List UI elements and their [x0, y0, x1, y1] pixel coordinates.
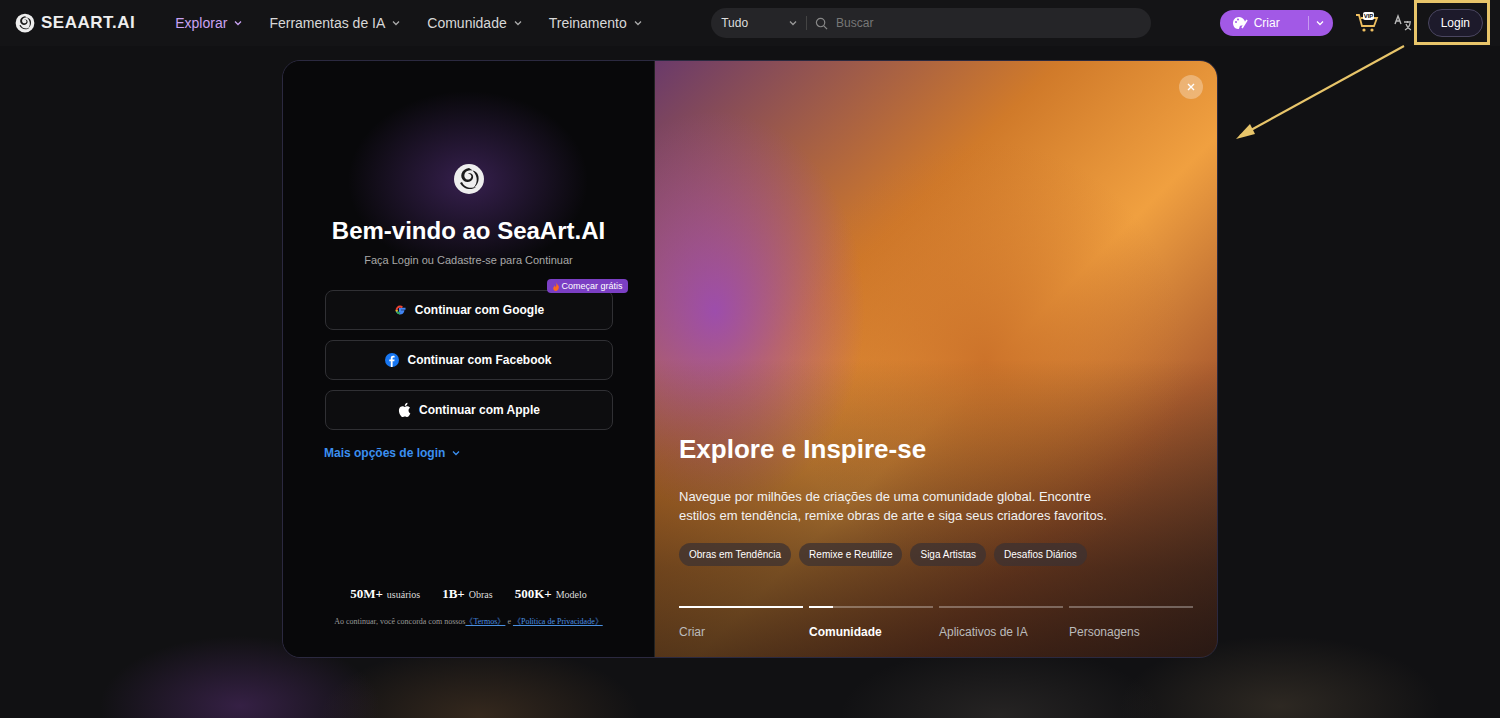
- stat-value: 50M+: [350, 586, 383, 601]
- chevron-down-icon: [391, 18, 401, 28]
- menu-label: Ferramentas de IA: [269, 15, 385, 31]
- logo-text: SEAART.AI: [41, 13, 135, 33]
- carousel-tab[interactable]: Criar: [679, 606, 803, 639]
- more-options-label: Mais opções de login: [324, 446, 445, 460]
- search-scope-select[interactable]: Tudo: [721, 16, 807, 30]
- carousel-label: Criar: [679, 625, 803, 639]
- chevron-down-icon: [633, 18, 643, 28]
- carousel-label: Personagens: [1069, 625, 1193, 639]
- privacy-link[interactable]: 《Política de Privacidade》: [513, 617, 603, 626]
- login-option-button[interactable]: Continuar com Facebook: [325, 340, 613, 380]
- scope-label: Tudo: [721, 16, 748, 30]
- carousel-tab[interactable]: Comunidade: [809, 606, 933, 639]
- login-option-button[interactable]: Continuar com GoogleComeçar grátis: [325, 290, 613, 330]
- menu-item[interactable]: Ferramentas de IA: [269, 15, 401, 31]
- chevron-down-icon: [513, 18, 523, 28]
- login-wrap: Login: [1423, 4, 1488, 42]
- seaart-logo-icon: [15, 13, 35, 33]
- chevron-down-icon: [1315, 18, 1325, 28]
- feature-tag[interactable]: Siga Artistas: [910, 543, 986, 566]
- create-label: Criar: [1254, 16, 1280, 30]
- progress-fill: [809, 606, 833, 608]
- carousel-label: Comunidade: [809, 625, 933, 639]
- seaart-logo-icon: [453, 163, 485, 195]
- stat-value: 1B+: [442, 586, 465, 601]
- carousel-tabs: Criar Comunidade Aplicativos de IA Personag…: [679, 606, 1193, 639]
- annotation-overlay: [0, 0, 1500, 718]
- login-option-label: Continuar com Apple: [419, 403, 540, 417]
- login-panel: Bem-vindo ao SeaArt.AI Faça Login ou Cada…: [283, 61, 655, 657]
- divider: [1308, 16, 1309, 30]
- modal-subtitle: Faça Login ou Cadastre-se para Continuar: [364, 254, 573, 266]
- stat-label: Modelo: [556, 589, 587, 600]
- modal-title: Bem-vindo ao SeaArt.AI: [332, 217, 605, 245]
- login-option-button[interactable]: Continuar com Apple: [325, 390, 613, 430]
- stat: 500K+ Modelo: [515, 584, 587, 602]
- terms-link[interactable]: 《Termos》: [465, 617, 505, 626]
- search-bar: Tudo: [711, 8, 1151, 38]
- facebook-logo-icon: [385, 353, 399, 367]
- menu-item[interactable]: Explorar: [175, 15, 243, 31]
- login-modal: Bem-vindo ao SeaArt.AI Faça Login ou Cada…: [282, 60, 1218, 658]
- login-option-label: Continuar com Google: [415, 303, 544, 317]
- menu-item[interactable]: Comunidade: [427, 15, 522, 31]
- google-logo-icon: [393, 303, 407, 317]
- create-button[interactable]: Criar: [1220, 10, 1333, 36]
- progress-track: [1069, 606, 1193, 608]
- menu-label: Explorar: [175, 15, 227, 31]
- close-button[interactable]: [1179, 75, 1203, 99]
- terms-notice: Ao continuar, você concorda com nossos《T…: [334, 616, 602, 627]
- feature-tag[interactable]: Obras em Tendência: [679, 543, 791, 566]
- free-badge: Começar grátis: [547, 279, 627, 293]
- stats-row: 50M+ usuários 1B+ Obras 500K+ Modelo: [350, 584, 587, 602]
- top-nav: SEAART.AI Explorar Ferramentas de IA Comuni…: [0, 0, 1500, 46]
- translate-icon: [1393, 13, 1413, 33]
- stat-label: usuários: [387, 589, 420, 600]
- stat: 50M+ usuários: [350, 584, 420, 602]
- menu-label: Treinamento: [549, 15, 627, 31]
- stat-label: Obras: [469, 589, 493, 600]
- login-button[interactable]: Login: [1428, 9, 1483, 37]
- carousel-label: Aplicativos de IA: [939, 625, 1063, 639]
- feature-tags: Obras em Tendência Remixe e Reutilize Siga…: [679, 543, 1193, 566]
- terms-prefix: Ao continuar, você concorda com nossos: [334, 617, 465, 626]
- vip-label: VIP: [1363, 12, 1375, 20]
- carousel-tab[interactable]: Personagens: [1069, 606, 1193, 639]
- progress-track: [679, 606, 803, 608]
- apple-logo-icon: [397, 402, 411, 418]
- feature-tag[interactable]: Remixe e Reutilize: [799, 543, 902, 566]
- close-icon: [1186, 82, 1196, 92]
- search-icon: [815, 17, 828, 30]
- feature-description: Navegue por milhões de criações de uma c…: [679, 487, 1119, 525]
- stat-value: 500K+: [515, 586, 552, 601]
- feature-title: Explore e Inspire-se: [679, 434, 1193, 465]
- progress-track: [939, 606, 1063, 608]
- logo[interactable]: SEAART.AI: [15, 13, 135, 33]
- main-menu: Explorar Ferramentas de IA Comunidade Trein…: [175, 15, 643, 31]
- feature-panel: Explore e Inspire-se Navegue por milhões …: [655, 61, 1217, 657]
- chevron-down-icon: [451, 448, 461, 458]
- chevron-down-icon: [233, 18, 243, 28]
- nav-icons: VIP: [1355, 13, 1413, 33]
- login-options: Continuar com GoogleComeçar grátisContin…: [325, 290, 613, 430]
- more-options-link[interactable]: Mais opções de login: [324, 446, 461, 460]
- menu-item[interactable]: Treinamento: [549, 15, 643, 31]
- login-option-label: Continuar com Facebook: [407, 353, 551, 367]
- vip-cart[interactable]: VIP: [1355, 13, 1379, 33]
- stat: 1B+ Obras: [442, 584, 492, 602]
- feature-tag[interactable]: Desafios Diários: [994, 543, 1087, 566]
- carousel-tab[interactable]: Aplicativos de IA: [939, 606, 1063, 639]
- flame-icon: [552, 282, 560, 291]
- menu-label: Comunidade: [427, 15, 506, 31]
- progress-fill: [679, 606, 803, 608]
- terms-conjunction: e: [507, 617, 511, 626]
- progress-track: [809, 606, 933, 608]
- palette-icon: [1232, 16, 1248, 30]
- search-input[interactable]: [834, 15, 1141, 31]
- chevron-down-icon: [788, 18, 798, 28]
